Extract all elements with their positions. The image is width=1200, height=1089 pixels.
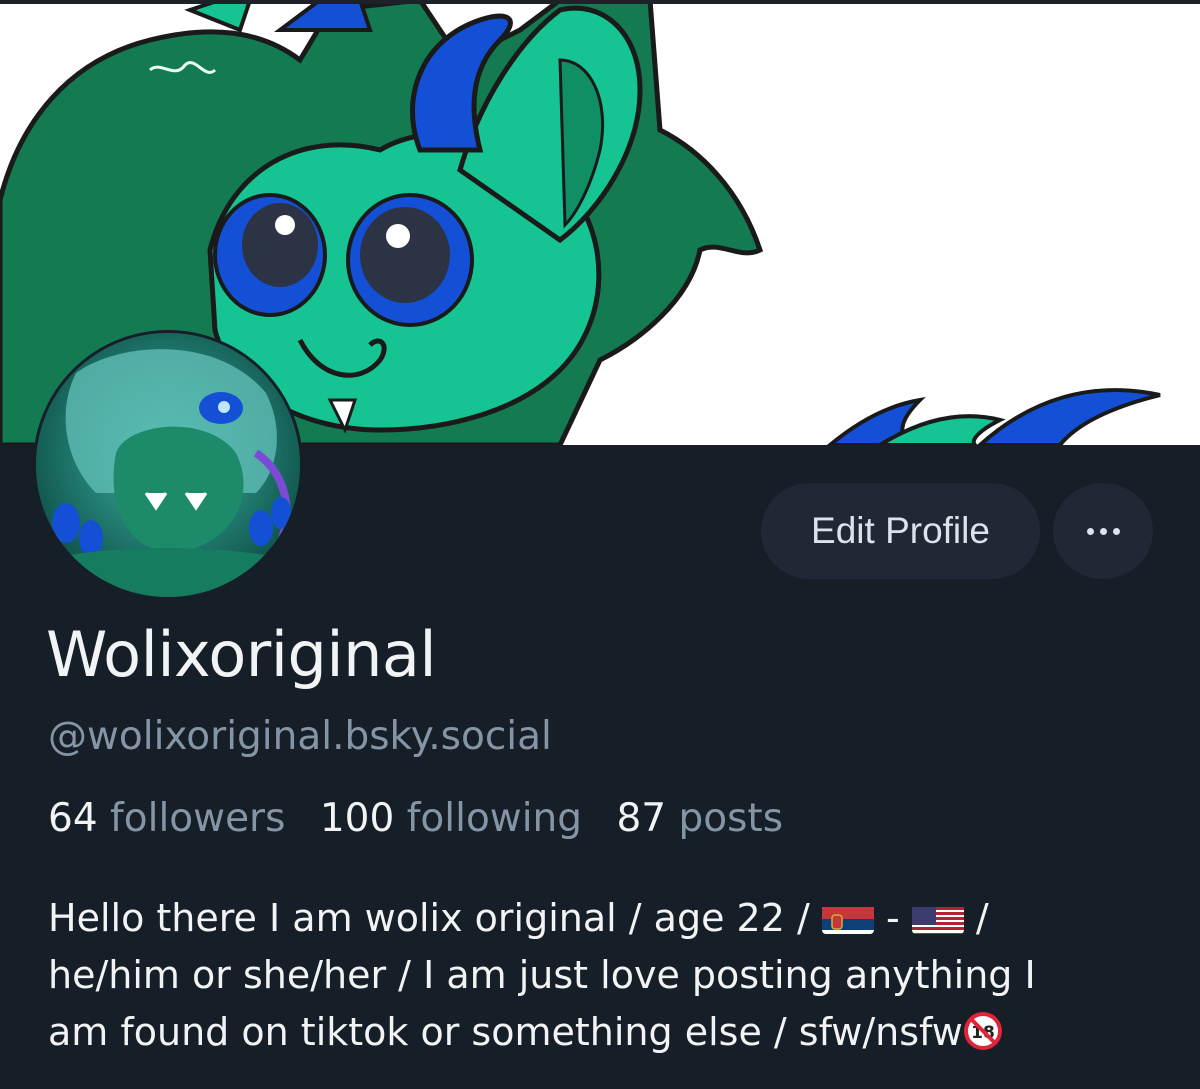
profile-bio: Hello there I am wolix original / age 22… — [48, 890, 1178, 1061]
followers-stat[interactable]: 64 followers — [48, 796, 307, 841]
more-dots-icon — [1112, 527, 1120, 535]
following-stat[interactable]: 100 following — [320, 796, 604, 841]
bio-line: he/him or she/her / I am just love posti… — [48, 953, 1036, 997]
bio-text: am found on tiktok or something else / s… — [48, 1010, 963, 1054]
serbia-flag-icon — [821, 900, 874, 934]
posts-stat: 87 posts — [616, 796, 805, 841]
bio-text: Hello there I am wolix original / age 22… — [48, 896, 810, 940]
display-name: Wolixoriginal — [46, 618, 437, 691]
avatar-artwork — [36, 333, 300, 597]
edit-profile-button[interactable]: Edit Profile — [761, 483, 1040, 579]
handle[interactable]: @wolixoriginal.bsky.social — [48, 714, 1148, 759]
followers-count: 64 — [48, 796, 98, 841]
following-label: following — [406, 796, 583, 841]
banner-top-border — [0, 0, 1200, 4]
followers-label: followers — [110, 796, 286, 841]
profile-stats: 64 followers 100 following 87 posts — [48, 796, 1148, 841]
no-under-18-icon: 18 — [963, 1010, 1003, 1050]
avatar[interactable] — [33, 330, 303, 600]
posts-label: posts — [678, 796, 784, 841]
us-flag-icon — [911, 900, 964, 934]
bio-text: / — [975, 896, 989, 940]
bio-line: Hello there I am wolix original / age 22… — [48, 890, 1178, 947]
posts-count: 87 — [616, 796, 667, 841]
more-options-button[interactable] — [1053, 483, 1153, 579]
more-dots-icon — [1086, 527, 1094, 535]
bio-separator: - — [885, 896, 900, 940]
following-count: 100 — [319, 796, 395, 841]
more-dots-icon — [1099, 527, 1107, 535]
bio-line: am found on tiktok or something else / s… — [48, 1004, 1178, 1061]
